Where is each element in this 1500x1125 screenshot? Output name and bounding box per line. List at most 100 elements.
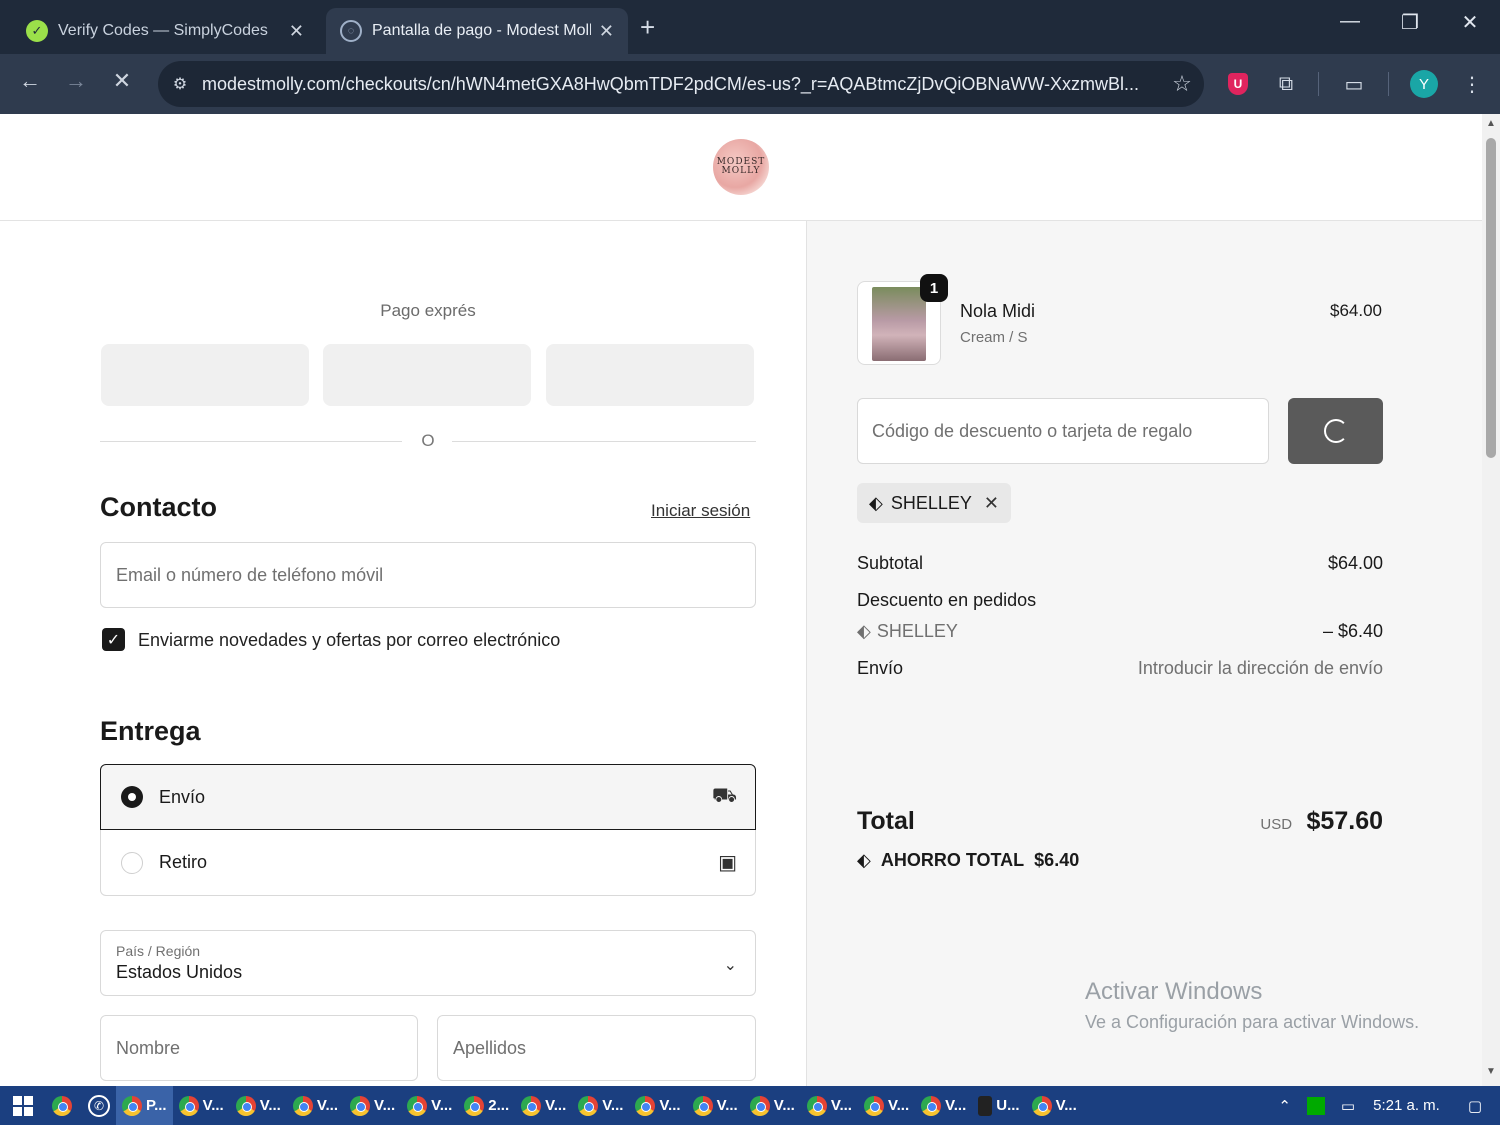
last-name-placeholder: Apellidos bbox=[453, 1037, 527, 1058]
taskbar-app[interactable]: P... bbox=[116, 1086, 173, 1125]
tray-app-icon[interactable] bbox=[1306, 1096, 1325, 1115]
url-text[interactable]: modestmolly.com/checkouts/cn/hWN4metGXA8… bbox=[202, 74, 1160, 95]
country-select[interactable]: País / Región Estados Unidos ⌄ bbox=[100, 930, 756, 996]
total-row: Total USD $57.60 bbox=[857, 807, 1383, 836]
windows-logo-icon bbox=[13, 1095, 33, 1116]
express-pay-button-2[interactable] bbox=[323, 344, 531, 406]
taskbar-app-label: U... bbox=[996, 1097, 1020, 1114]
taskbar-app[interactable]: U... bbox=[972, 1086, 1025, 1125]
start-button[interactable] bbox=[0, 1086, 46, 1125]
chrome-icon bbox=[350, 1095, 370, 1116]
newsletter-checkbox[interactable]: ✓ bbox=[102, 628, 125, 651]
bookmark-star-icon[interactable]: ☆ bbox=[1160, 71, 1204, 97]
taskbar-app[interactable]: V... bbox=[1026, 1086, 1083, 1125]
reading-mode-icon[interactable]: ▭ bbox=[1338, 68, 1370, 100]
chrome-icon bbox=[464, 1095, 485, 1116]
divider-line bbox=[100, 441, 402, 442]
discount-code-input[interactable]: Código de descuento o tarjeta de regalo bbox=[857, 398, 1269, 464]
tray-chevron-up-icon[interactable]: ⌃ bbox=[1278, 1097, 1291, 1115]
order-discount-value: – $6.40 bbox=[1322, 621, 1383, 641]
whatsapp-icon: ✆ bbox=[88, 1094, 110, 1117]
minimize-button[interactable]: — bbox=[1330, 10, 1370, 33]
browser-toolbar: ← → ✕ ⚙ modestmolly.com/checkouts/cn/hWN… bbox=[0, 54, 1500, 114]
radio-unselected[interactable] bbox=[121, 851, 143, 874]
taskbar-app[interactable]: V... bbox=[515, 1086, 572, 1125]
extensions-puzzle-icon[interactable]: ⧉ bbox=[1270, 68, 1302, 100]
delivery-option-pickup[interactable]: Retiro ▣ bbox=[100, 830, 756, 896]
taskbar-app[interactable]: V... bbox=[858, 1086, 915, 1125]
watermark-subtitle: Ve a Configuración para activar Windows. bbox=[1085, 1012, 1420, 1032]
chrome-icon bbox=[692, 1095, 713, 1116]
taskbar-app[interactable]: V... bbox=[744, 1086, 801, 1125]
tab-checkout[interactable]: ◌ Pantalla de pago - Modest Molly ✕ bbox=[326, 8, 628, 54]
network-icon[interactable]: ▭ bbox=[1341, 1097, 1355, 1115]
scroll-up-icon[interactable]: ▲ bbox=[1486, 118, 1496, 129]
profile-avatar[interactable]: Y bbox=[1408, 68, 1440, 100]
truck-icon: ⛟ bbox=[711, 784, 737, 807]
radio-selected[interactable] bbox=[121, 786, 143, 808]
chrome-icon bbox=[521, 1095, 542, 1116]
remove-discount-icon[interactable]: ✕ bbox=[984, 493, 999, 514]
delivery-option-shipping[interactable]: Envío ⛟ bbox=[100, 764, 756, 830]
site-settings-icon[interactable]: ⚙ bbox=[158, 74, 202, 94]
taskbar-app[interactable]: V... bbox=[287, 1086, 344, 1125]
delivery-heading: Entrega bbox=[100, 716, 201, 746]
apply-discount-button[interactable] bbox=[1288, 398, 1383, 464]
taskbar-app-label: V... bbox=[887, 1097, 910, 1114]
scroll-down-icon[interactable]: ▼ bbox=[1486, 1066, 1496, 1077]
tab-title: Verify Codes — SimplyCodes bbox=[58, 22, 268, 39]
taskbar-app[interactable]: V... bbox=[344, 1086, 401, 1125]
taskbar-app-label: V... bbox=[773, 1097, 795, 1114]
store-logo[interactable]: MODEST MOLLY bbox=[713, 139, 769, 195]
taskbar-app[interactable]: V... bbox=[401, 1086, 458, 1125]
express-pay-button-3[interactable] bbox=[546, 344, 754, 406]
express-pay-button-1[interactable] bbox=[101, 344, 309, 406]
first-name-field[interactable]: Nombre bbox=[100, 1015, 418, 1081]
chrome-icon bbox=[292, 1095, 313, 1116]
taskbar-app[interactable]: V... bbox=[173, 1086, 230, 1125]
taskbar-app-label: V... bbox=[716, 1097, 738, 1114]
taskbar-app[interactable]: 2... bbox=[458, 1086, 515, 1125]
address-bar[interactable]: ⚙ modestmolly.com/checkouts/cn/hWN4metGX… bbox=[158, 61, 1204, 107]
close-window-button[interactable]: ✕ bbox=[1450, 10, 1490, 35]
shipping-row: Envío Introducir la dirección de envío bbox=[857, 658, 1383, 679]
subtotal-row: Subtotal $64.00 bbox=[857, 553, 1383, 574]
taskbar-app[interactable]: V... bbox=[230, 1086, 287, 1125]
forward-button[interactable]: → bbox=[60, 68, 92, 94]
product-price: $64.00 bbox=[1330, 301, 1382, 320]
taskbar-app[interactable]: V... bbox=[572, 1086, 629, 1125]
close-tab-icon[interactable]: ✕ bbox=[599, 21, 614, 42]
page-scrollbar[interactable]: ▲ ▼ bbox=[1482, 114, 1500, 1086]
chrome-icon bbox=[749, 1095, 770, 1116]
taskbar-app[interactable]: V... bbox=[629, 1086, 686, 1125]
taskbar-chrome-pinned[interactable] bbox=[46, 1086, 82, 1125]
clock[interactable]: 5:21 a. m. bbox=[1373, 1097, 1440, 1114]
taskbar-app-label: 2... bbox=[488, 1097, 510, 1114]
scrollbar-thumb[interactable] bbox=[1486, 138, 1496, 458]
taskbar-app-label: V... bbox=[374, 1097, 396, 1114]
taskbar-app[interactable]: V... bbox=[687, 1086, 744, 1125]
last-name-field[interactable]: Apellidos bbox=[437, 1015, 756, 1081]
order-summary: 1 Nola Midi Cream / S $64.00 Código de d… bbox=[806, 221, 1482, 1086]
email-field[interactable]: Email o número de teléfono móvil bbox=[100, 542, 756, 608]
close-tab-icon[interactable]: ✕ bbox=[289, 21, 304, 42]
restore-button[interactable]: ❐ bbox=[1390, 10, 1430, 35]
taskbar-app-label: V... bbox=[316, 1097, 338, 1114]
notifications-icon[interactable]: ▢ bbox=[1468, 1097, 1482, 1115]
menu-kebab-icon[interactable]: ⋮ bbox=[1456, 68, 1488, 100]
quantity-badge: 1 bbox=[920, 274, 948, 302]
savings-value: $6.40 bbox=[1034, 850, 1080, 870]
store-icon: ▣ bbox=[718, 852, 737, 874]
taskbar-app[interactable]: V... bbox=[801, 1086, 858, 1125]
total-currency: USD bbox=[1260, 816, 1293, 833]
tab-verify-codes[interactable]: ✓ Verify Codes — SimplyCodes ✕ bbox=[12, 8, 318, 54]
login-link[interactable]: Iniciar sesión bbox=[651, 501, 750, 521]
tab-title: Pantalla de pago - Modest Molly bbox=[372, 22, 591, 39]
new-tab-button[interactable]: + bbox=[640, 12, 655, 43]
stop-button[interactable]: ✕ bbox=[106, 68, 138, 94]
taskbar-app[interactable]: V... bbox=[915, 1086, 972, 1125]
taskbar-whatsapp[interactable]: ✆ bbox=[82, 1086, 116, 1125]
chrome-icon bbox=[806, 1095, 827, 1116]
extension-shield-icon[interactable]: U bbox=[1222, 68, 1254, 100]
back-button[interactable]: ← bbox=[14, 68, 46, 94]
